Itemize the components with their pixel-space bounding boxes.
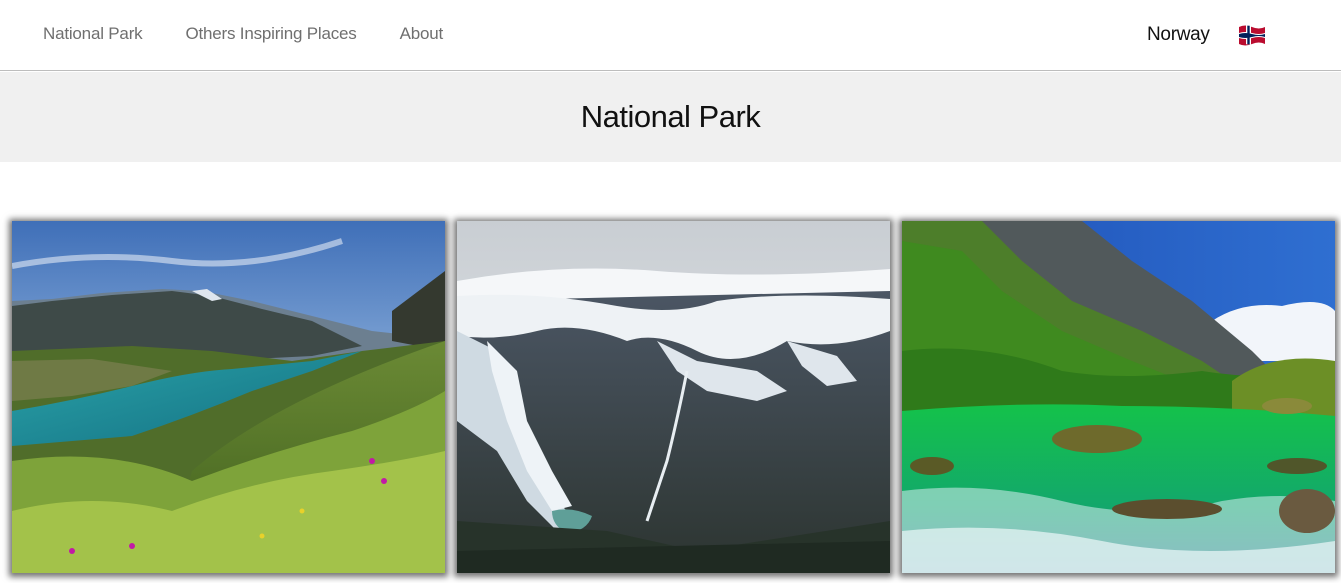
- page-title-band: National Park: [0, 72, 1341, 162]
- nav-link-national-park[interactable]: National Park: [43, 24, 143, 44]
- gallery-image-glacier[interactable]: [457, 221, 890, 573]
- norway-flag-icon: [1239, 25, 1265, 46]
- top-navigation: National Park Others Inspiring Places Ab…: [0, 0, 1341, 71]
- nav-links: National Park Others Inspiring Places Ab…: [43, 24, 486, 44]
- mountain-lake-photo: [12, 221, 445, 573]
- gallery-image-green-river[interactable]: [902, 221, 1335, 573]
- glacier-photo: [457, 221, 890, 573]
- nav-link-about[interactable]: About: [400, 24, 444, 44]
- country-label: Norway: [1147, 24, 1210, 45]
- green-river-photo: [902, 221, 1335, 573]
- page-title: National Park: [580, 99, 761, 134]
- gallery-image-mountain-lake[interactable]: [12, 221, 445, 573]
- nav-link-others-inspiring-places[interactable]: Others Inspiring Places: [185, 24, 356, 44]
